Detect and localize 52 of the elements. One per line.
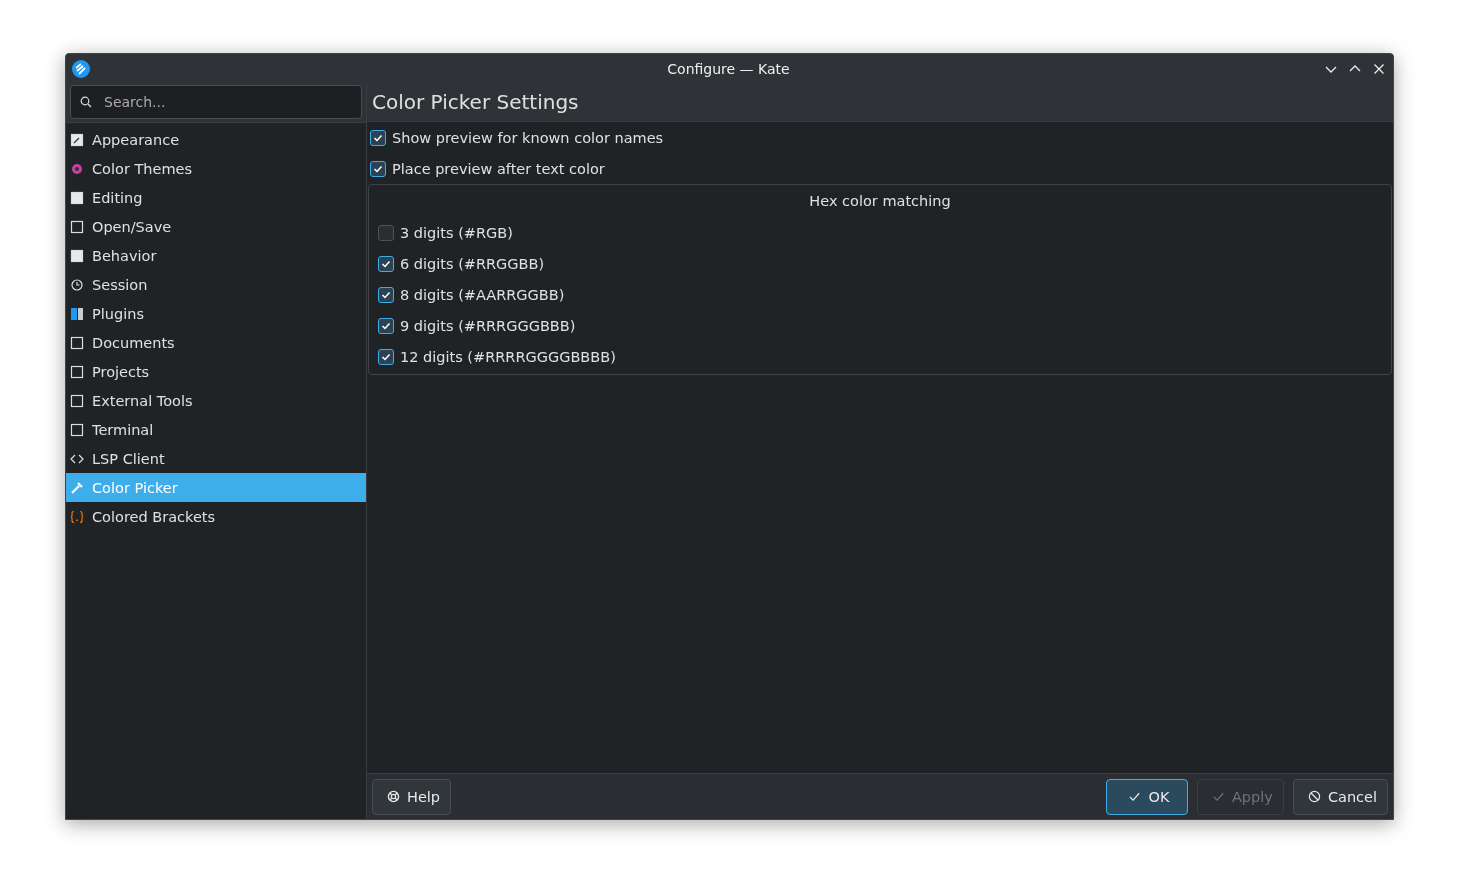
- sidebar-item[interactable]: Behavior: [66, 241, 366, 270]
- pencil-window-icon: [70, 132, 84, 147]
- checkbox-option[interactable]: 8 digits (#AARRGGBB): [377, 279, 1383, 310]
- sidebar-item[interactable]: Color Themes: [66, 154, 366, 183]
- option-label: Place preview after text color: [392, 160, 605, 177]
- sidebar-item[interactable]: External Tools: [66, 386, 366, 415]
- checkbox-option[interactable]: 6 digits (#RRGGBB): [377, 248, 1383, 279]
- option-label: Show preview for known color names: [392, 129, 664, 146]
- checkbox[interactable]: [378, 348, 394, 365]
- option-label: 3 digits (#RGB): [400, 224, 513, 241]
- lifebuoy-icon: [387, 790, 400, 803]
- sidebar-item[interactable]: Plugins: [66, 299, 366, 328]
- window-title: Configure — Kate: [666, 61, 791, 77]
- confirm-button[interactable]: OK: [1105, 778, 1188, 815]
- checkmark-icon: [1128, 790, 1142, 803]
- cancel-button[interactable]: Cancel: [1292, 778, 1388, 815]
- option-label: 12 digits (#RRRRGGGGBBBB): [400, 348, 616, 365]
- sidebar-item[interactable]: Open/Save: [66, 212, 366, 241]
- color-wheel-icon: [70, 161, 84, 176]
- checkbox[interactable]: [378, 224, 394, 241]
- checkbox[interactable]: [370, 160, 386, 177]
- option-label: 6 digits (#RRGGBB): [400, 255, 545, 272]
- sidebar-item[interactable]: LSP Client: [66, 444, 366, 473]
- sidebar-item[interactable]: Colored Brackets: [66, 502, 366, 531]
- search-icon: [80, 96, 92, 108]
- checkbox-option[interactable]: 12 digits (#RRRRGGGGBBBB): [377, 341, 1383, 372]
- clock-icon: [70, 277, 84, 292]
- braces-icon: [70, 509, 84, 524]
- help-button[interactable]: Help: [372, 778, 452, 815]
- sidebar-item[interactable]: Appearance: [66, 125, 366, 154]
- sidebar-item[interactable]: Editing: [66, 183, 366, 212]
- sidebar-item[interactable]: Terminal: [66, 415, 366, 444]
- search-field[interactable]: Search...: [70, 85, 362, 119]
- checkbox-option[interactable]: Place preview after text color: [368, 153, 1392, 184]
- checkbox[interactable]: [378, 255, 394, 272]
- checkbox[interactable]: [370, 129, 386, 146]
- checkbox-option[interactable]: 9 digits (#RRRGGGBBB): [377, 310, 1383, 341]
- checkmark-icon: [1211, 790, 1225, 803]
- close-button[interactable]: [1373, 63, 1385, 75]
- cancel-icon: [1307, 790, 1321, 803]
- page-title: Color Picker Settings: [367, 84, 1393, 122]
- checkbox[interactable]: [378, 317, 394, 334]
- option-label: 9 digits (#RRRGGGBBB): [400, 317, 576, 334]
- checkbox[interactable]: [378, 286, 394, 303]
- sidebar-item[interactable]: Projects: [66, 357, 366, 386]
- sidebar-item[interactable]: Documents: [66, 328, 366, 357]
- sidebar-item[interactable]: Session: [66, 270, 366, 299]
- app-logo-icon: [72, 60, 90, 78]
- checkbox-option[interactable]: 3 digits (#RGB): [377, 217, 1383, 248]
- group-title: Hex color matching: [808, 192, 952, 211]
- checkbox-option[interactable]: Show preview for known color names: [368, 122, 1392, 153]
- option-label: 8 digits (#AARRGGBB): [400, 286, 565, 303]
